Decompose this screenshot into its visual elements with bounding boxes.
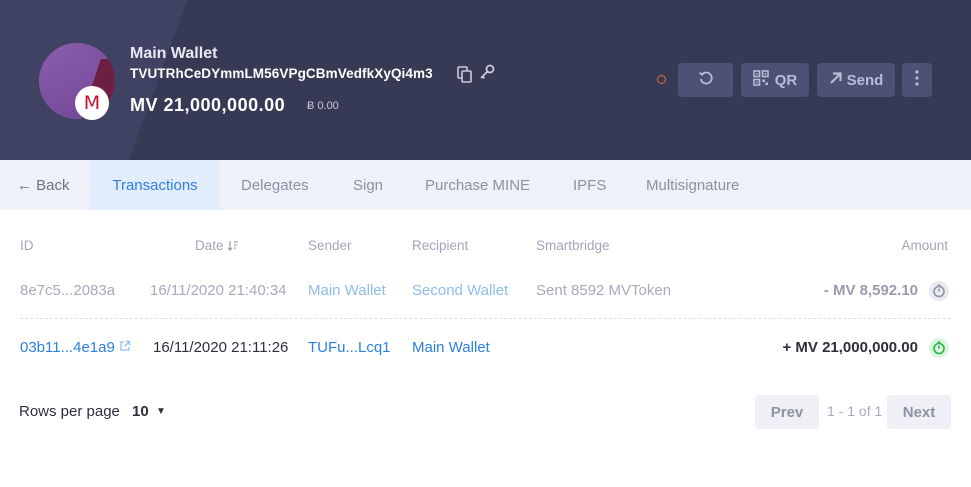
sort-descending-icon bbox=[227, 238, 239, 253]
transaction-amount: - MV 8,592.10 bbox=[823, 282, 918, 299]
tab-transactions[interactable]: Transactions bbox=[90, 160, 220, 210]
send-button-label: Send bbox=[846, 71, 884, 89]
transaction-id-link[interactable]: 03b11...4e1a9 bbox=[20, 339, 131, 356]
vertical-dots-icon bbox=[915, 70, 919, 90]
wallet-balance: MV 21,000,000.00 bbox=[130, 95, 286, 115]
wallet-address: TVUTRhCeDYmmLM56VPgCBmVedfkXyQi4m3 bbox=[130, 66, 433, 81]
wallet-name: Main Wallet bbox=[130, 45, 218, 62]
external-link-icon bbox=[119, 339, 131, 356]
tab-delegates[interactable]: Delegates bbox=[241, 160, 309, 210]
back-button[interactable]: ← Back bbox=[17, 160, 70, 210]
column-header-date-label: Date bbox=[195, 238, 224, 253]
tab-ipfs[interactable]: IPFS bbox=[573, 160, 606, 210]
network-badge: M bbox=[75, 86, 109, 120]
transaction-id: 03b11...4e1a9 bbox=[20, 339, 115, 356]
tab-multisignature[interactable]: Multisignature bbox=[646, 160, 739, 210]
network-letter: M bbox=[83, 92, 101, 114]
wallet-balance-alternate: Ƀ 0.00 bbox=[307, 100, 339, 112]
qr-icon bbox=[752, 70, 769, 90]
prev-page-button[interactable]: Prev bbox=[755, 395, 819, 429]
tab-sign[interactable]: Sign bbox=[353, 160, 383, 210]
transaction-date: 16/11/2020 21:11:26 bbox=[153, 339, 289, 356]
qr-button-label: QR bbox=[774, 71, 798, 89]
row-divider bbox=[20, 318, 951, 319]
transaction-sender[interactable]: Main Wallet bbox=[308, 282, 386, 299]
qr-button[interactable]: QR bbox=[741, 63, 809, 97]
column-header-date[interactable]: Date bbox=[195, 238, 239, 253]
tab-purchase-mine[interactable]: Purchase MINE bbox=[425, 160, 530, 210]
caret-down-icon[interactable]: ▼ bbox=[156, 406, 166, 417]
transaction-recipient[interactable]: Second Wallet bbox=[412, 282, 508, 299]
pagination-info: 1 - 1 of 1 bbox=[827, 403, 883, 419]
rows-per-page-label: Rows per page bbox=[19, 403, 120, 420]
clock-pending-icon bbox=[929, 281, 949, 301]
status-indicator bbox=[657, 75, 666, 84]
column-header-recipient[interactable]: Recipient bbox=[412, 238, 468, 253]
column-header-smartbridge[interactable]: Smartbridge bbox=[536, 238, 610, 253]
next-page-button[interactable]: Next bbox=[887, 395, 951, 429]
refresh-icon bbox=[698, 70, 714, 90]
wallet-tabs: ← Back Transactions Delegates Sign Purch… bbox=[0, 160, 971, 210]
arrow-up-right-icon bbox=[829, 71, 843, 89]
column-header-id[interactable]: ID bbox=[20, 238, 34, 253]
copy-icon[interactable] bbox=[457, 66, 473, 84]
send-button[interactable]: Send bbox=[817, 63, 895, 97]
transaction-recipient[interactable]: Main Wallet bbox=[412, 339, 490, 356]
clock-confirmed-icon bbox=[929, 338, 949, 358]
key-icon[interactable] bbox=[479, 64, 495, 80]
transaction-id[interactable]: 8e7c5...2083a bbox=[20, 282, 115, 299]
transaction-smartbridge: Sent 8592 MVToken bbox=[536, 282, 672, 299]
wallet-header: M Main Wallet TVUTRhCeDYmmLM56VPgCBmVedf… bbox=[0, 0, 971, 160]
refresh-button[interactable] bbox=[678, 63, 733, 97]
transaction-date: 16/11/2020 21:40:34 bbox=[150, 282, 287, 299]
column-header-sender[interactable]: Sender bbox=[308, 238, 352, 253]
transaction-sender[interactable]: TUFu...Lcq1 bbox=[308, 339, 391, 356]
transaction-amount: + MV 21,000,000.00 bbox=[782, 339, 918, 356]
rows-per-page-select[interactable]: 10 bbox=[132, 403, 149, 420]
more-options-button[interactable] bbox=[902, 63, 932, 97]
column-header-amount[interactable]: Amount bbox=[901, 238, 948, 253]
